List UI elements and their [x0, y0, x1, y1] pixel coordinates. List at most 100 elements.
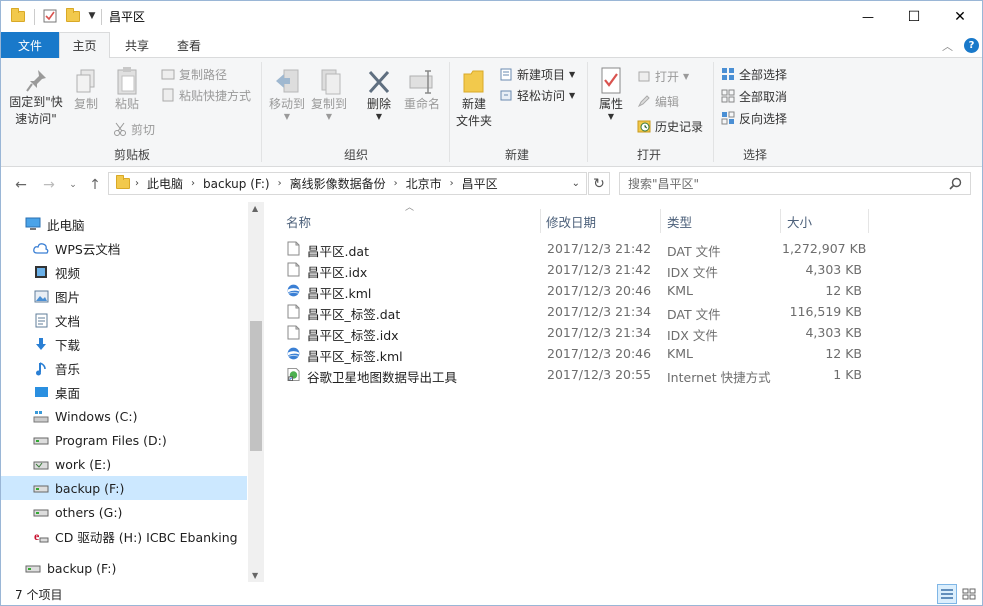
paste-shortcut-button[interactable]: 粘贴快捷方式: [161, 85, 251, 105]
copy-button[interactable]: 复制: [69, 68, 103, 113]
nav-scrollbar-thumb[interactable]: [250, 321, 262, 451]
nav-item-desktop[interactable]: 桌面: [1, 380, 247, 404]
nav-item-backup-f-2[interactable]: backup (F:): [1, 556, 247, 580]
separator: [101, 9, 102, 25]
maximize-button[interactable]: ☐: [891, 1, 937, 32]
refresh-icon[interactable]: ↻: [588, 172, 610, 195]
details-view-icon[interactable]: [937, 584, 957, 604]
file-icon: [265, 259, 305, 280]
nav-item-wps-cloud[interactable]: WPS云文档: [1, 236, 247, 260]
video-icon: [33, 264, 49, 280]
nav-item-music[interactable]: 音乐: [1, 356, 247, 380]
table-row[interactable]: 谷歌卫星地图数据导出工具 2017/12/3 20:55 Internet 快捷方式…: [265, 364, 982, 385]
properties-button[interactable]: 属性 ▼: [593, 66, 629, 121]
breadcrumb-changping[interactable]: 昌平区: [456, 175, 504, 192]
clipboard-icon: [117, 67, 137, 95]
breadcrumb-backup[interactable]: backup (F:): [197, 177, 276, 191]
column-header-date[interactable]: 修改日期: [546, 209, 656, 233]
scroll-up-icon[interactable]: ▲: [252, 204, 258, 213]
select-all-button[interactable]: 全部选择: [721, 64, 787, 84]
nav-item-cd-drive-h[interactable]: e CD 驱动器 (H:) ICBC Ebanking: [1, 524, 247, 548]
nav-item-video[interactable]: 视频: [1, 260, 247, 284]
file-date: 2017/12/3 21:34: [547, 325, 652, 340]
chevron-right-icon: ›: [135, 178, 139, 189]
breadcrumb-this-pc[interactable]: 此电脑: [141, 175, 189, 192]
scroll-down-icon[interactable]: ▼: [252, 571, 258, 580]
new-item-button[interactable]: 新建项目 ▼: [499, 64, 575, 84]
column-header-type[interactable]: 类型: [667, 209, 777, 233]
cut-button[interactable]: 剪切: [113, 119, 155, 139]
chevron-right-icon[interactable]: ›: [276, 178, 284, 189]
up-arrow-icon[interactable]: ↑: [85, 175, 105, 195]
breadcrumb-beijing[interactable]: 北京市: [400, 175, 448, 192]
collapse-ribbon-icon[interactable]: ︿: [942, 38, 953, 54]
chevron-right-icon[interactable]: ›: [448, 178, 456, 189]
rename-icon: [409, 70, 433, 94]
select-none-button[interactable]: 全部取消: [721, 86, 787, 106]
close-button[interactable]: ✕: [937, 1, 982, 32]
drive-icon: [25, 560, 41, 576]
nav-item-windows-c[interactable]: Windows (C:): [1, 404, 247, 428]
tab-view[interactable]: 查看: [163, 32, 215, 58]
table-row[interactable]: 昌平区_标签.idx 2017/12/3 21:34 IDX 文件 4,303 KB: [265, 322, 982, 343]
table-row[interactable]: 昌平区_标签.kml 2017/12/3 20:46 KML 12 KB: [265, 343, 982, 364]
copy-to-button[interactable]: 复制到 ▼: [309, 68, 349, 121]
nav-item-others-g[interactable]: others (G:): [1, 500, 247, 524]
invert-selection-button[interactable]: 反向选择: [721, 108, 787, 128]
new-folder-quick-access-button[interactable]: [64, 7, 82, 25]
search-icon[interactable]: [949, 177, 962, 190]
nav-item-work-e[interactable]: work (E:): [1, 452, 247, 476]
separator: [34, 9, 35, 25]
new-folder-button[interactable]: 新建 文件夹: [453, 66, 495, 130]
address-dropdown-chevron-icon[interactable]: ⌄: [572, 178, 580, 189]
column-divider[interactable]: [540, 209, 541, 233]
edit-button[interactable]: 编辑: [637, 91, 679, 111]
delete-button[interactable]: 删除 ▼: [361, 68, 397, 121]
pin-to-quick-access-button[interactable]: 固定到"快 速访问": [5, 68, 67, 128]
chevron-right-icon[interactable]: ›: [392, 178, 400, 189]
minimize-button[interactable]: —: [845, 1, 891, 32]
table-row[interactable]: 昌平区_标签.dat 2017/12/3 21:34 DAT 文件 116,519 K…: [265, 301, 982, 322]
file-type: DAT 文件: [667, 307, 721, 322]
column-header-size[interactable]: 大小: [787, 209, 867, 233]
address-bar[interactable]: › 此电脑 › backup (F:) › 离线影像数据备份 › 北京市 › 昌…: [108, 172, 587, 195]
open-button[interactable]: 打开 ▼: [637, 66, 689, 86]
table-row[interactable]: 昌平区.dat 2017/12/3 21:42 DAT 文件 1,272,907 KB: [265, 238, 982, 259]
edit-icon: [637, 95, 650, 108]
breadcrumb-offline-imagery[interactable]: 离线影像数据备份: [284, 175, 392, 192]
paste-button[interactable]: 粘贴: [109, 66, 145, 113]
properties-quick-access-button[interactable]: [41, 7, 59, 25]
nav-item-pictures[interactable]: 图片: [1, 284, 247, 308]
column-divider[interactable]: [780, 209, 781, 233]
nav-item-documents[interactable]: 文档: [1, 308, 247, 332]
column-divider[interactable]: [660, 209, 661, 233]
rename-button[interactable]: 重命名: [401, 68, 443, 113]
copy-path-button[interactable]: 复制路径: [161, 64, 227, 84]
tab-home[interactable]: 主页: [59, 32, 110, 59]
search-box[interactable]: 搜索"昌平区": [619, 172, 971, 195]
help-icon[interactable]: ?: [964, 38, 979, 53]
tab-share[interactable]: 共享: [111, 32, 163, 58]
tab-file[interactable]: 文件: [1, 32, 59, 58]
customize-quick-access-dropdown[interactable]: ▼: [85, 7, 99, 25]
nav-item-downloads[interactable]: 下载: [1, 332, 247, 356]
forward-arrow-icon[interactable]: →: [39, 175, 59, 195]
file-icon: [265, 322, 305, 343]
back-arrow-icon[interactable]: ←: [11, 175, 31, 195]
large-icons-view-icon[interactable]: [959, 584, 979, 604]
table-row[interactable]: 昌平区.kml 2017/12/3 20:46 KML 12 KB: [265, 280, 982, 301]
file-type: KML: [667, 346, 693, 361]
nav-item-backup-f[interactable]: backup (F:): [1, 476, 247, 500]
recent-locations-chevron-icon[interactable]: ⌄: [63, 175, 83, 195]
easy-access-button[interactable]: 轻松访问 ▼: [499, 85, 575, 105]
search-input[interactable]: 搜索"昌平区": [628, 175, 699, 192]
chevron-right-icon[interactable]: ›: [189, 178, 197, 189]
move-to-button[interactable]: 移动到 ▼: [267, 68, 307, 121]
nav-item-program-files-d[interactable]: Program Files (D:): [1, 428, 247, 452]
column-divider[interactable]: [868, 209, 869, 233]
table-row[interactable]: 昌平区.idx 2017/12/3 21:42 IDX 文件 4,303 KB: [265, 259, 982, 280]
column-header-name[interactable]: 名称: [286, 209, 536, 233]
nav-item-this-pc[interactable]: 此电脑: [1, 212, 247, 236]
file-date: 2017/12/3 21:42: [547, 262, 652, 277]
history-button[interactable]: 历史记录: [637, 116, 703, 136]
